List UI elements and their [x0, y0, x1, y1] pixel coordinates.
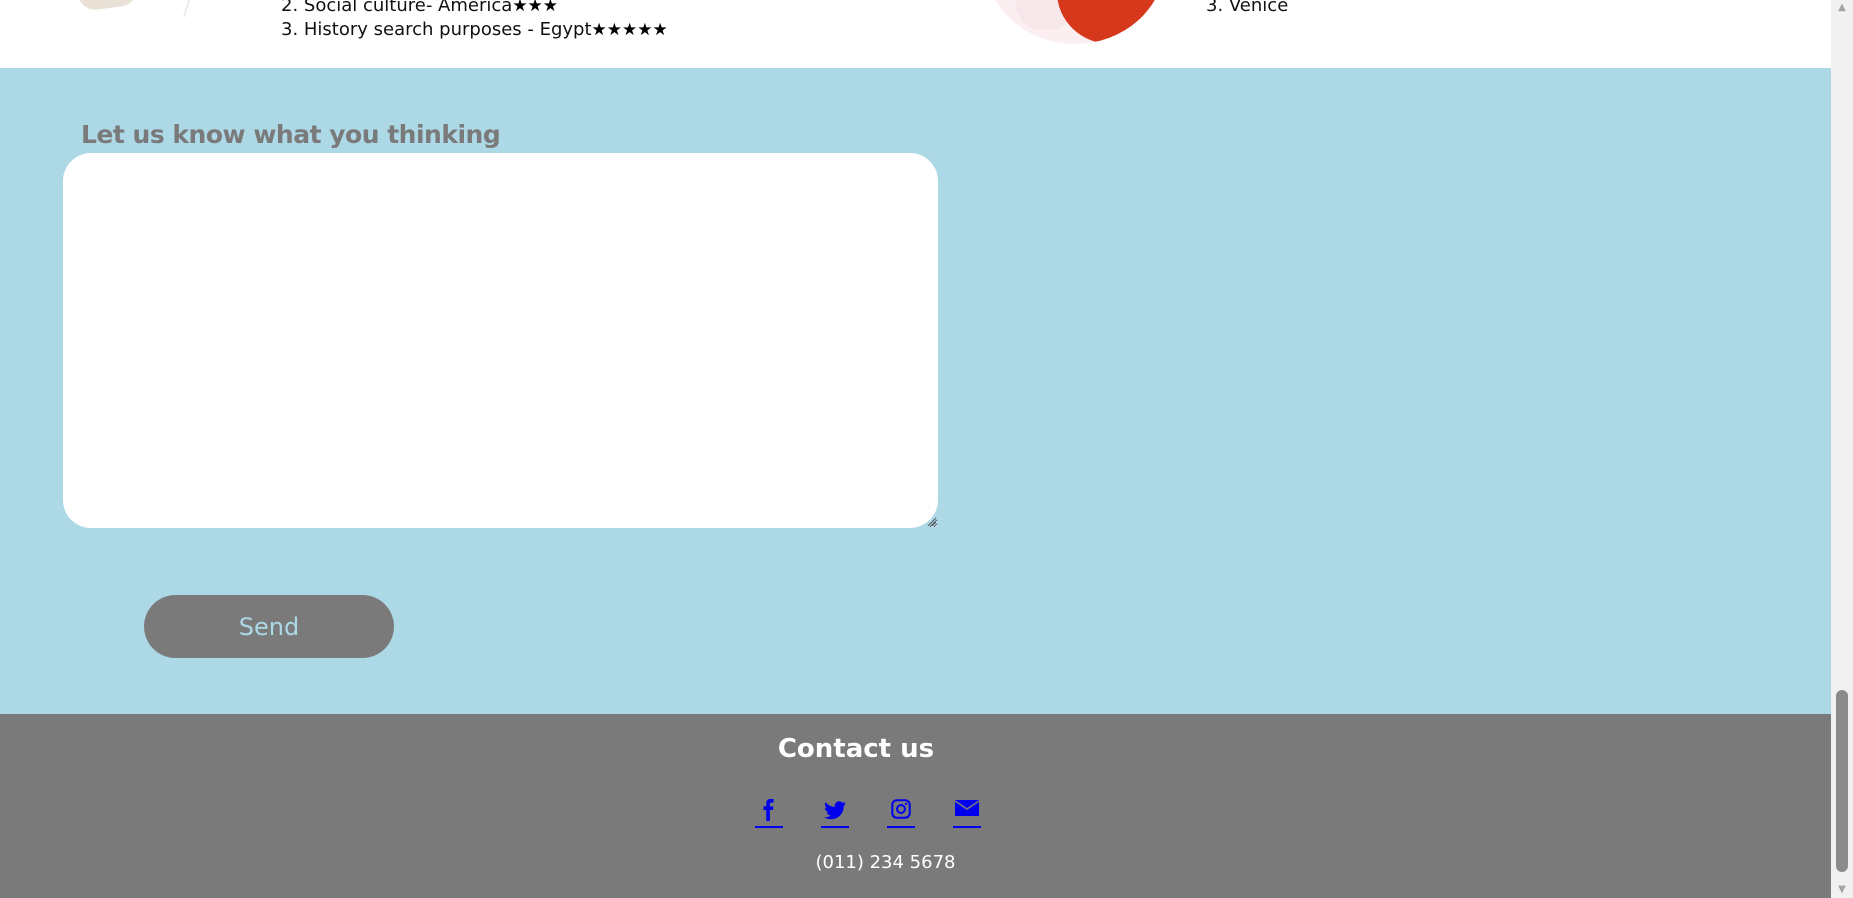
list-item: 2. Social culture- America★★★ — [281, 0, 668, 18]
facebook-icon — [763, 799, 774, 821]
feedback-section: Let us know what you thinking Send — [0, 68, 1831, 714]
destination-thumbnail — [70, 0, 200, 32]
email-link[interactable] — [953, 798, 981, 828]
phone-number: (011) 234 5678 — [815, 852, 956, 873]
list-item: 3. History search purposes - Egypt★★★★★ — [281, 18, 668, 42]
scroll-up-arrow-icon[interactable]: ▲ — [1831, 0, 1853, 16]
purpose-list: 2. Social culture- America★★★ 3. History… — [281, 0, 668, 42]
star-rating-icons: ★★★★★ — [591, 20, 668, 40]
feedback-textarea[interactable] — [63, 153, 938, 528]
round-destination-image — [985, 0, 1165, 44]
feedback-label: Let us know what you thinking — [81, 120, 501, 149]
page-content: 2. Social culture- America★★★ 3. History… — [0, 0, 1831, 898]
scroll-down-arrow-icon[interactable]: ▼ — [1831, 882, 1853, 898]
twitter-icon — [824, 801, 846, 820]
city-list: 3. Venice — [1206, 0, 1288, 18]
thumbnail-line — [182, 0, 196, 18]
instagram-link[interactable] — [887, 798, 915, 828]
list-item: 3. Venice — [1206, 0, 1289, 16]
footer: Contact us (011) 234 5678 — [0, 714, 1831, 898]
list-item-text: 2. Social culture- America — [281, 0, 513, 16]
star-rating-icons: ★★★ — [512, 0, 559, 16]
send-button[interactable]: Send — [144, 595, 394, 658]
list-item-text: 3. History search purposes - Egypt — [281, 19, 592, 40]
instagram-icon — [891, 799, 911, 819]
twitter-link[interactable] — [821, 798, 849, 828]
image-shape — [1057, 0, 1165, 44]
social-links — [755, 798, 1019, 828]
vertical-scrollbar[interactable]: ▲ ▼ — [1831, 0, 1853, 898]
top-section: 2. Social culture- America★★★ 3. History… — [0, 0, 1831, 68]
thumbnail-shape — [76, 0, 140, 13]
resize-handle-icon[interactable] — [926, 516, 936, 526]
page: 2. Social culture- America★★★ 3. History… — [0, 0, 1853, 898]
footer-title: Contact us — [777, 734, 935, 764]
envelope-icon — [954, 800, 980, 816]
facebook-link[interactable] — [755, 798, 783, 828]
scrollbar-thumb[interactable] — [1836, 690, 1848, 872]
